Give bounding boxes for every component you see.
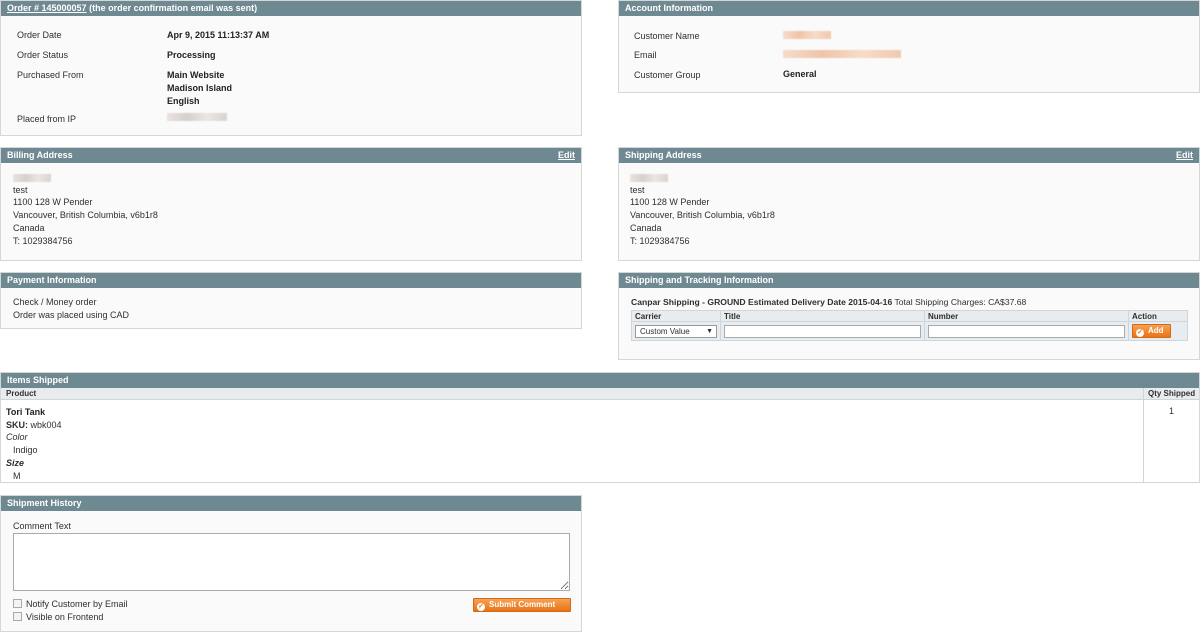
product-sku: SKU: wbk004: [6, 419, 62, 430]
payment-method: Check / Money order: [13, 297, 97, 307]
tracking-title-input[interactable]: [724, 324, 921, 338]
email-redacted: [783, 50, 901, 58]
shipping-method-name: Canpar Shipping - GROUND Estimated Deliv…: [631, 297, 893, 307]
email-label: Email: [634, 50, 657, 60]
order-status-value: Processing: [167, 50, 216, 60]
shipping-line: T: 1029384756: [630, 235, 690, 246]
column-divider: [1143, 388, 1144, 483]
add-tracking-button[interactable]: ✓ Add: [1132, 324, 1171, 338]
shipping-address-lines: test 1100 128 W Pender Vancouver, Britis…: [630, 171, 775, 247]
billing-line: Canada: [13, 222, 45, 233]
items-header: Items Shipped: [1, 373, 1199, 388]
payment-header: Payment Information: [1, 273, 581, 288]
add-icon: ✓: [1136, 329, 1144, 337]
item-row: Tori Tank SKU: wbk004 Color Indigo Size …: [6, 406, 62, 482]
visible-checkbox[interactable]: [13, 612, 22, 621]
shipping-address-title: Shipping Address: [625, 150, 702, 160]
option-color-label: Color: [6, 432, 28, 443]
billing-edit-link[interactable]: Edit: [558, 148, 575, 163]
option-size-label: Size: [6, 457, 25, 468]
shipping-method: Canpar Shipping - GROUND Estimated Deliv…: [631, 297, 1026, 307]
customer-name-label: Customer Name: [634, 31, 700, 41]
title-cell: [720, 321, 925, 341]
order-info-box: Order # 145000057 (the order confirmatio…: [0, 0, 582, 136]
notify-checkbox[interactable]: [13, 599, 22, 608]
customer-group-label: Customer Group: [634, 70, 701, 80]
purchased-view: English: [167, 96, 200, 106]
customer-name-redacted: [783, 31, 831, 39]
billing-line: test: [13, 184, 28, 195]
shipment-history-box: Shipment History Comment Text Notify Cus…: [0, 495, 582, 632]
option-color-value: Indigo: [13, 445, 38, 456]
purchased-from-label: Purchased From: [17, 70, 84, 80]
col-product: Product: [6, 389, 37, 398]
tracking-info-box: Shipping and Tracking Information Canpar…: [618, 272, 1200, 360]
order-date-label: Order Date: [17, 30, 62, 40]
payment-info-box: Payment Information Check / Money order …: [0, 272, 582, 329]
order-date-value: Apr 9, 2015 11:13:37 AM: [167, 30, 270, 40]
billing-line: Vancouver, British Columbia, v6b1r8: [13, 210, 158, 221]
billing-title: Billing Address: [7, 150, 73, 160]
tracking-header: Shipping and Tracking Information: [619, 273, 1199, 288]
qty-shipped-value: 1: [1169, 406, 1175, 416]
comment-label: Comment Text: [13, 521, 71, 531]
notify-label: Notify Customer by Email: [26, 599, 128, 609]
shipping-line: test: [630, 184, 645, 195]
shipping-charges: Total Shipping Charges: CA$37.68: [892, 297, 1027, 307]
billing-name-redacted: [13, 173, 51, 182]
order-header: Order # 145000057 (the order confirmatio…: [1, 1, 581, 16]
shipping-name-redacted: [630, 173, 668, 182]
billing-line: 1100 128 W Pender: [13, 197, 93, 208]
chevron-down-icon: ▼: [706, 327, 713, 335]
col-qty-shipped: Qty Shipped: [1148, 389, 1196, 398]
billing-address-lines: test 1100 128 W Pender Vancouver, Britis…: [13, 171, 158, 247]
tracking-table: Carrier Title Number Action Custom Value…: [631, 310, 1188, 341]
purchased-store: Madison Island: [167, 83, 233, 93]
order-number-link[interactable]: Order # 145000057: [7, 3, 87, 13]
shipping-edit-link[interactable]: Edit: [1176, 148, 1193, 163]
purchased-from-value: Main Website Madison Island English: [167, 69, 232, 108]
billing-address-box: Billing Address Edit test 1100 128 W Pen…: [0, 147, 582, 261]
shipping-line: 1100 128 W Pender: [630, 197, 710, 208]
action-cell: ✓ Add: [1128, 321, 1188, 341]
billing-line: T: 1029384756: [13, 235, 73, 246]
carrier-selected-value: Custom Value: [640, 326, 690, 336]
order-status-label: Order Status: [17, 50, 69, 60]
carrier-select[interactable]: Custom Value ▼: [635, 324, 717, 338]
history-header: Shipment History: [1, 496, 581, 511]
submit-comment-button[interactable]: ✓ Submit Comment: [473, 598, 571, 612]
shipping-address-header: Shipping Address Edit: [619, 148, 1199, 163]
shipping-line: Canada: [630, 222, 662, 233]
purchased-website: Main Website: [167, 70, 225, 80]
number-cell: [924, 321, 1129, 341]
submit-button-label: Submit Comment: [489, 600, 556, 609]
product-name: Tori Tank: [6, 407, 46, 417]
shipping-line: Vancouver, British Columbia, v6b1r8: [630, 210, 775, 221]
visible-frontend-option[interactable]: Visible on Frontend: [13, 612, 103, 622]
submit-icon: ✓: [477, 603, 485, 611]
comment-textarea[interactable]: [13, 533, 570, 591]
account-info-box: Account Information Customer Name Email …: [618, 0, 1200, 93]
add-button-label: Add: [1148, 326, 1164, 335]
payment-currency-note: Order was placed using CAD: [13, 309, 130, 320]
col-carrier: Carrier: [631, 310, 721, 322]
col-title: Title: [720, 310, 925, 322]
option-size-value: M: [13, 470, 21, 481]
carrier-cell: Custom Value ▼: [631, 321, 721, 341]
tracking-number-input[interactable]: [928, 324, 1125, 338]
order-header-note: (the order confirmation email was sent): [86, 3, 258, 13]
placed-ip-redacted: [167, 113, 227, 121]
shipping-address-box: Shipping Address Edit test 1100 128 W Pe…: [618, 147, 1200, 261]
account-header: Account Information: [619, 1, 1199, 16]
payment-lines: Check / Money order Order was placed usi…: [13, 296, 129, 321]
customer-group-value: General: [783, 69, 817, 79]
billing-header: Billing Address Edit: [1, 148, 581, 163]
notify-customer-option[interactable]: Notify Customer by Email: [13, 599, 128, 609]
visible-label: Visible on Frontend: [26, 612, 104, 622]
placed-ip-label: Placed from IP: [17, 114, 77, 124]
col-action: Action: [1128, 310, 1188, 322]
items-table-head: Product Qty Shipped: [1, 388, 1199, 400]
col-number: Number: [924, 310, 1129, 322]
items-shipped-box: Items Shipped Product Qty Shipped Tori T…: [0, 372, 1200, 483]
